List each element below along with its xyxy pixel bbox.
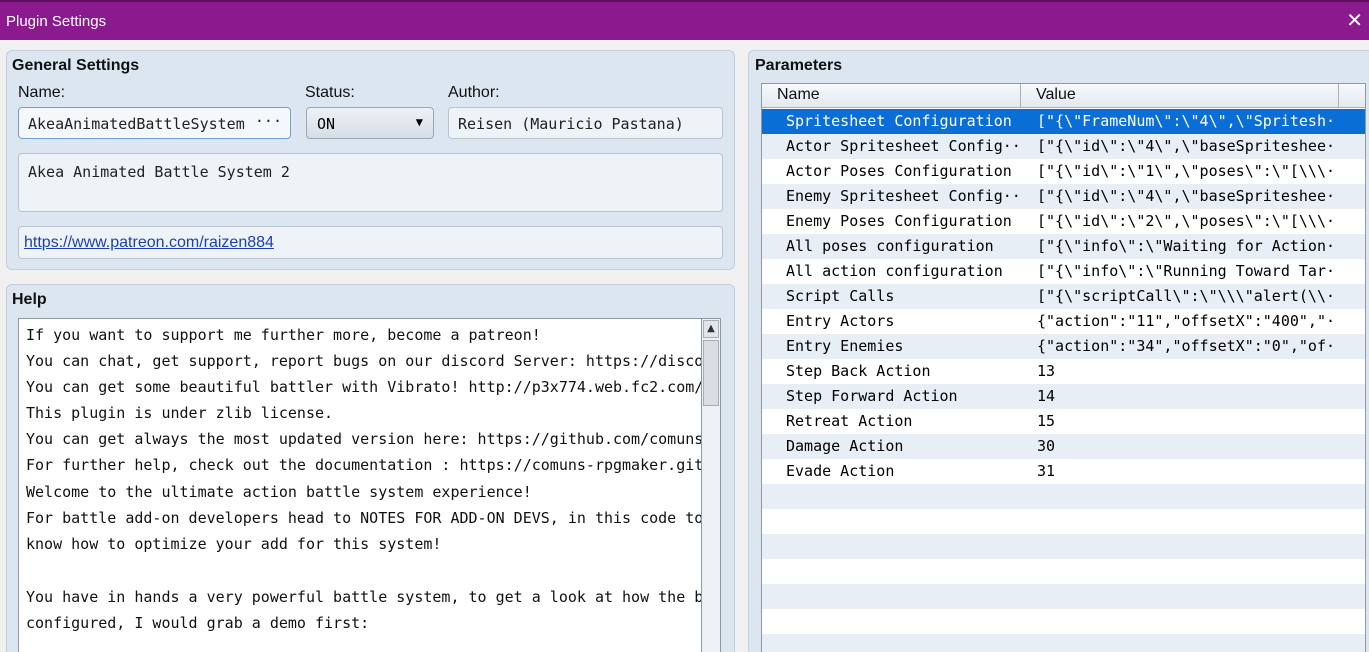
help-heading: Help — [12, 291, 47, 308]
status-value: ON — [317, 115, 336, 133]
status-label: Status: — [305, 84, 355, 101]
help-line: You can get always the most updated vers… — [26, 430, 702, 448]
parameters-table[interactable]: Name Value Spritesheet Configuration ["{\… — [761, 83, 1366, 652]
help-line: Welcome to the ultimate action battle sy… — [26, 483, 532, 501]
table-row[interactable]: Entry Enemies {"action":"34","offsetX":"0… — [762, 334, 1365, 359]
param-name: Damage Action — [786, 437, 904, 455]
param-value: ["{\"id\":\"4\",\"baseSpriteshee··· — [1037, 187, 1337, 205]
param-name: Spritesheet Configuration — [786, 112, 1012, 130]
table-row[interactable]: Spritesheet Configuration ["{\"FrameNum\"… — [762, 109, 1365, 134]
help-line: If you want to support me further more, … — [26, 326, 541, 344]
help-scrollbar[interactable]: ▲ — [702, 318, 721, 652]
column-header-value[interactable]: Value — [1036, 86, 1076, 104]
table-row — [762, 509, 1365, 534]
table-row[interactable]: Actor Poses Configuration ["{\"id\":\"1\"… — [762, 159, 1365, 184]
param-value: {"action":"11","offsetX":"400","··· — [1037, 312, 1337, 330]
help-line: configured, I would grab a demo first: — [26, 614, 370, 632]
url-field[interactable]: https://www.patreon.com/raizen884 — [18, 226, 723, 259]
param-name: All poses configuration — [786, 237, 994, 255]
help-line: know how to optimize your add for this s… — [26, 535, 442, 553]
name-label: Name: — [18, 84, 66, 101]
param-value: ["{\"info\":\"Running Toward Tar··· — [1037, 262, 1337, 280]
help-line: For further help, check out the document… — [26, 456, 702, 474]
table-row[interactable]: All action configuration ["{\"info\":\"Ru… — [762, 259, 1365, 284]
param-value: 31 — [1037, 462, 1056, 480]
help-textarea[interactable]: If you want to support me further more, … — [18, 318, 702, 652]
table-row[interactable]: Retreat Action 15 — [762, 409, 1365, 434]
param-value: 30 — [1037, 437, 1056, 455]
table-row — [762, 634, 1365, 652]
param-value: 15 — [1037, 412, 1056, 430]
table-row — [762, 534, 1365, 559]
column-divider[interactable] — [1020, 84, 1021, 108]
table-header: Name Value — [762, 84, 1365, 108]
help-line: This plugin is under zlib license. — [26, 404, 334, 422]
table-row[interactable]: Step Forward Action 14 — [762, 384, 1365, 409]
param-value: ["{\"FrameNum\":\"4\",\"Spritesh··· — [1037, 112, 1337, 130]
param-name: Step Back Action — [786, 362, 931, 380]
author-label: Author: — [448, 84, 500, 101]
table-row[interactable]: Entry Actors {"action":"11","offsetX":"40… — [762, 309, 1365, 334]
param-name: Script Calls — [786, 287, 895, 305]
param-name: Enemy Poses Configuration — [786, 212, 1012, 230]
help-line: You have in hands a very powerful battle… — [26, 588, 702, 606]
table-row[interactable]: Step Back Action 13 — [762, 359, 1365, 384]
window-title: Plugin Settings — [6, 13, 107, 30]
param-name: Step Forward Action — [786, 387, 958, 405]
column-header-name[interactable]: Name — [777, 86, 820, 104]
param-name: Actor Poses Configuration — [786, 162, 1012, 180]
help-line: You can chat, get support, report bugs o… — [26, 352, 702, 370]
param-value: ["{\"info\":\"Waiting for Action··· — [1037, 237, 1337, 255]
param-value: ["{\"id\":\"2\",\"poses\":\"[\\\··· — [1037, 212, 1337, 230]
param-value: 14 — [1037, 387, 1056, 405]
param-value: ["{\"id\":\"1\",\"poses\":\"[\\\··· — [1037, 162, 1337, 180]
table-row — [762, 584, 1365, 609]
scroll-up-icon[interactable]: ▲ — [703, 320, 719, 338]
table-row[interactable]: Script Calls ["{\"scriptCall\":\"\\\"aler… — [762, 284, 1365, 309]
param-name: Actor Spritesheet Config··· — [786, 137, 1018, 155]
description-value: Akea Animated Battle System 2 — [28, 163, 290, 181]
table-row[interactable]: Enemy Poses Configuration ["{\"id\":\"2\"… — [762, 209, 1365, 234]
chevron-down-icon: ▼ — [415, 115, 423, 129]
name-field[interactable]: AkeaAnimatedBattleSystem ··· — [18, 107, 291, 139]
close-icon[interactable]: ✕ — [1346, 10, 1363, 30]
table-row[interactable]: Damage Action 30 — [762, 434, 1365, 459]
param-value: ["{\"scriptCall\":\"\\\"alert(\\··· — [1037, 287, 1337, 305]
browse-plugin-button[interactable]: ··· — [255, 112, 282, 130]
description-field[interactable]: Akea Animated Battle System 2 — [18, 153, 723, 212]
param-value: ["{\"id\":\"4\",\"baseSpriteshee··· — [1037, 137, 1337, 155]
author-value: Reisen (Mauricio Pastana) — [458, 115, 684, 133]
help-line: You can get some beautiful battler with … — [26, 378, 702, 396]
help-line: For battle add-on developers head to NOT… — [26, 509, 702, 527]
table-row — [762, 484, 1365, 509]
table-row[interactable]: Actor Spritesheet Config··· ["{\"id\":\"4… — [762, 134, 1365, 159]
table-row[interactable]: Enemy Spritesheet Config··· ["{\"id\":\"4… — [762, 184, 1365, 209]
column-divider[interactable] — [1338, 84, 1339, 108]
param-name: Entry Enemies — [786, 337, 904, 355]
title-bar: Plugin Settings ✕ — [0, 0, 1369, 40]
param-name: Enemy Spritesheet Config··· — [786, 187, 1018, 205]
scroll-thumb[interactable] — [703, 340, 719, 406]
param-value: 13 — [1037, 362, 1056, 380]
patreon-link[interactable]: https://www.patreon.com/raizen884 — [24, 234, 274, 252]
status-select[interactable]: ON ▼ — [306, 107, 434, 139]
param-value: {"action":"34","offsetX":"0","of··· — [1037, 337, 1337, 355]
param-name: All action configuration — [786, 262, 1003, 280]
param-name: Evade Action — [786, 462, 895, 480]
table-row — [762, 609, 1365, 634]
name-value: AkeaAnimatedBattleSystem — [28, 115, 245, 133]
table-row[interactable]: Evade Action 31 — [762, 459, 1365, 484]
table-row[interactable]: All poses configuration ["{\"info\":\"Wai… — [762, 234, 1365, 259]
param-name: Entry Actors — [786, 312, 895, 330]
general-settings-heading: General Settings — [12, 57, 140, 74]
parameters-heading: Parameters — [755, 57, 843, 74]
author-field[interactable]: Reisen (Mauricio Pastana) — [448, 107, 723, 139]
param-name: Retreat Action — [786, 412, 913, 430]
table-row — [762, 559, 1365, 584]
